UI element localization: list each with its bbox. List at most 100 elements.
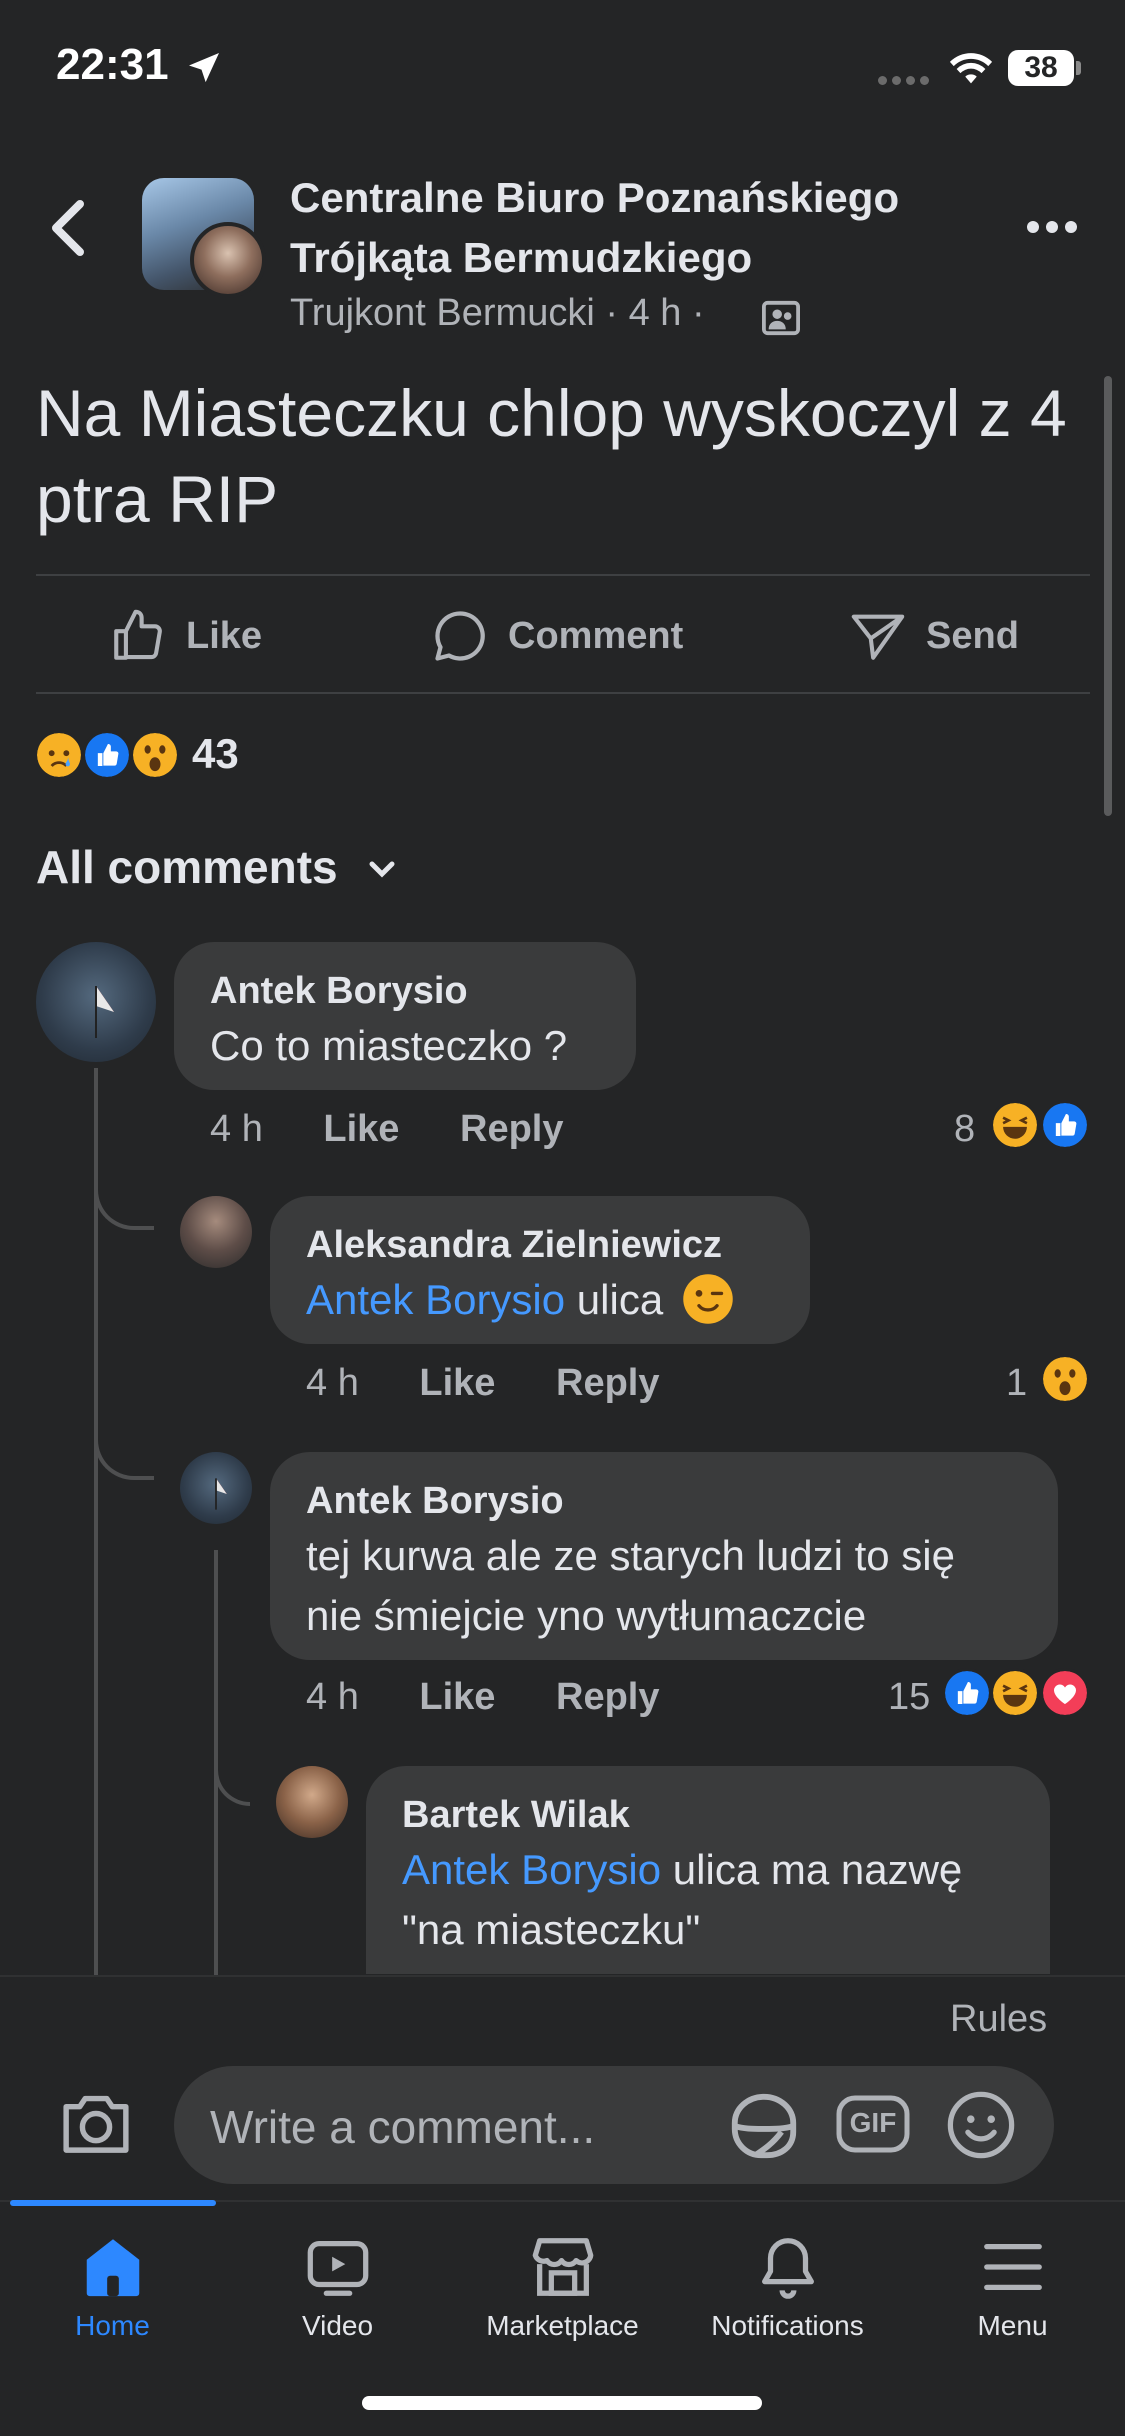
camera-icon[interactable]	[58, 2090, 134, 2156]
gif-button[interactable]: GIF	[836, 2092, 910, 2156]
more-options-icon[interactable]	[1026, 220, 1078, 234]
commenter-avatar[interactable]	[180, 1452, 252, 1524]
flag-icon	[215, 1478, 227, 1510]
meta-separator: ·	[605, 292, 618, 334]
wow-reaction-icon	[1040, 1354, 1090, 1404]
back-chevron-icon[interactable]	[48, 200, 92, 256]
comment-text-body: ulica ma nazwę	[672, 1846, 963, 1893]
active-tab-indicator	[10, 2200, 216, 2206]
commenter-avatar[interactable]	[36, 942, 156, 1062]
comment-bubble[interactable]: Aleksandra Zielniewicz Antek Borysio uli…	[270, 1196, 810, 1344]
thread-connector	[94, 1400, 154, 1480]
meta-separator: ·	[691, 292, 705, 334]
comment-reaction-count[interactable]: 15	[888, 1676, 930, 1719]
comment-label: Comment	[508, 614, 684, 657]
tab-menu[interactable]: Menu	[900, 2232, 1125, 2342]
rules-link[interactable]: Rules	[950, 1998, 1047, 2041]
home-icon	[86, 2239, 139, 2297]
tab-label: Home	[75, 2310, 150, 2341]
thread-connector	[214, 1720, 250, 1806]
wifi-icon	[949, 53, 993, 84]
comment-reply-button[interactable]: Reply	[556, 1362, 659, 1404]
battery-nub	[1076, 61, 1081, 75]
send-button[interactable]: Send	[848, 604, 1019, 668]
reaction-summary[interactable]	[34, 730, 184, 784]
comment-bubble[interactable]: Antek Borysio tej kurwa ale ze starych l…	[270, 1452, 1058, 1660]
comment-bubble[interactable]: Antek Borysio Co to miasteczko ?	[174, 942, 636, 1090]
tab-home[interactable]: Home	[0, 2232, 225, 2342]
tab-label: Menu	[977, 2310, 1048, 2341]
comment-text-line: nie śmiejcie yno wytłumaczcie	[306, 1592, 867, 1639]
tab-marketplace[interactable]: Marketplace	[450, 2232, 675, 2342]
comment-mention[interactable]: Antek Borysio	[306, 1276, 565, 1323]
marketplace-icon	[532, 2238, 593, 2296]
comment-reply-button[interactable]: Reply	[460, 1108, 563, 1150]
battery-indicator: 38	[1008, 50, 1074, 86]
comment-author[interactable]: Antek Borysio	[306, 1476, 1022, 1526]
like-reaction-icon	[942, 1668, 992, 1718]
reaction-count[interactable]: 43	[192, 730, 239, 778]
sticker-icon[interactable]	[726, 2090, 802, 2162]
like-button[interactable]: Like	[108, 604, 262, 668]
divider	[36, 574, 1090, 576]
comment-actions: 4 h Like Reply	[306, 1676, 659, 1719]
comment-text-body: ulica	[576, 1276, 664, 1323]
scrollbar[interactable]	[1104, 376, 1112, 816]
status-time: 22:31	[56, 40, 169, 89]
comment-age[interactable]: 4 h	[306, 1676, 359, 1718]
comment-input-placeholder[interactable]: Write a comment...	[210, 2100, 595, 2154]
comment-age[interactable]: 4 h	[306, 1362, 359, 1404]
comment-text: Antek Borysio ulica	[306, 1270, 774, 1330]
comment-bubble-icon	[435, 611, 485, 661]
comment-actions: 4 h Like Reply	[306, 1362, 659, 1405]
comment-reaction-count[interactable]: 8	[954, 1108, 975, 1151]
tab-notifications[interactable]: Notifications	[675, 2232, 900, 2342]
comment-bubble[interactable]: Bartek Wilak Antek Borysio ulica ma nazw…	[366, 1766, 1050, 1974]
love-reaction-icon	[1040, 1668, 1090, 1718]
like-reaction-icon	[82, 730, 132, 780]
comment-text-line: "na miasteczku"	[402, 1906, 701, 1953]
comment-text-line: Antek Borysio ulica ma nazwę	[402, 1840, 1014, 1900]
hamburger-menu-icon	[983, 2243, 1042, 2291]
post-age[interactable]: 4 h	[629, 292, 682, 334]
cellular-signal-icon	[878, 72, 934, 90]
comment-actions: 4 h Like Reply	[210, 1108, 563, 1151]
post-author[interactable]: Trujkont Bermucki	[290, 292, 595, 334]
gif-label: GIF	[849, 2107, 897, 2138]
comment-age[interactable]: 4 h	[210, 1108, 263, 1150]
send-label: Send	[926, 614, 1019, 657]
send-icon	[851, 614, 905, 660]
wink-emoji-icon	[683, 1274, 733, 1324]
tab-label: Marketplace	[486, 2310, 639, 2341]
flag-icon	[95, 986, 114, 1038]
emoji-icon[interactable]	[946, 2090, 1016, 2160]
comment-like-button[interactable]: Like	[419, 1676, 495, 1718]
comments-filter[interactable]: All comments	[36, 840, 338, 894]
haha-reaction-icon	[990, 1100, 1040, 1150]
bell-icon	[761, 2238, 814, 2299]
comment-author[interactable]: Aleksandra Zielniewicz	[306, 1220, 774, 1270]
comment-reaction-count[interactable]: 1	[1006, 1362, 1027, 1405]
comment-reply-button[interactable]: Reply	[556, 1676, 659, 1718]
comment-button[interactable]: Comment	[430, 604, 683, 668]
comment-like-button[interactable]: Like	[323, 1108, 399, 1150]
location-arrow-icon	[189, 53, 219, 83]
group-name[interactable]: Centralne Biuro Poznańskiego Trójkąta Be…	[290, 168, 970, 288]
comment-like-button[interactable]: Like	[419, 1362, 495, 1404]
thumbs-up-icon	[114, 609, 162, 660]
comment-author[interactable]: Antek Borysio	[210, 966, 600, 1016]
video-icon	[307, 2241, 368, 2296]
tab-label: Video	[301, 2310, 374, 2341]
commenter-avatar[interactable]	[276, 1766, 348, 1838]
poster-avatar[interactable]	[190, 222, 266, 298]
comment-text: Co to miasteczko ?	[210, 1022, 568, 1069]
haha-reaction-icon	[990, 1668, 1040, 1718]
tab-label: Notifications	[711, 2310, 864, 2341]
commenter-avatar[interactable]	[180, 1196, 252, 1268]
comment-mention[interactable]: Antek Borysio	[402, 1846, 661, 1893]
comment-author[interactable]: Bartek Wilak	[402, 1790, 1014, 1840]
chevron-down-icon[interactable]	[366, 858, 398, 882]
comment-text-line: tej kurwa ale ze starych ludzi to się	[306, 1532, 955, 1579]
tab-video[interactable]: Video	[225, 2232, 450, 2342]
post-meta: Trujkont Bermucki · 4 h ·	[290, 292, 705, 335]
